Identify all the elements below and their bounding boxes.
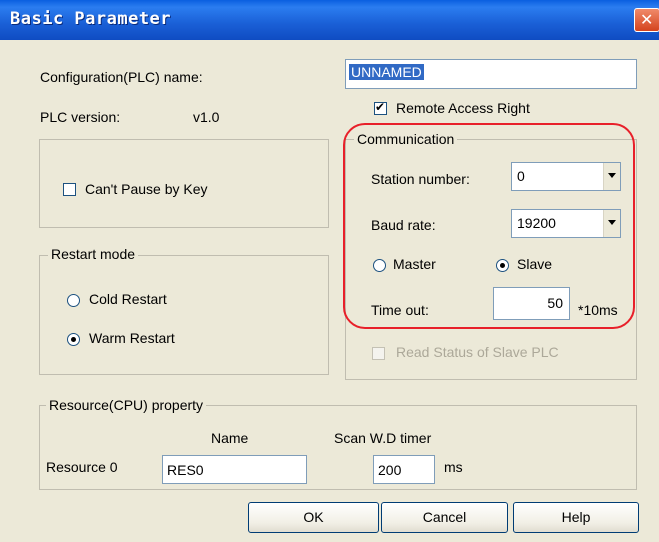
read-status-checkbox[interactable] — [372, 347, 385, 360]
cant-pause-checkbox[interactable] — [63, 183, 76, 196]
ok-button[interactable]: OK — [248, 502, 379, 533]
config-name-input[interactable]: UNNAMED — [345, 59, 637, 89]
config-name-value: UNNAMED — [349, 64, 424, 80]
cold-restart-label: Cold Restart — [89, 291, 167, 307]
timer-column-header: Scan W.D timer — [334, 430, 432, 446]
plc-version-value: v1.0 — [193, 109, 220, 125]
resource-name-value: RES0 — [167, 462, 204, 478]
name-column-header: Name — [211, 430, 249, 446]
remote-access-checkbox[interactable]: ✔ — [374, 100, 387, 115]
window-title: Basic Parameter — [10, 9, 172, 29]
remote-access-label: Remote Access Right — [396, 100, 530, 116]
read-status-label: Read Status of Slave PLC — [396, 344, 559, 360]
close-icon: ✕ — [640, 12, 654, 29]
resource-legend: Resource(CPU) property — [46, 397, 207, 413]
close-button[interactable]: ✕ — [634, 8, 659, 32]
scan-timer-input[interactable]: 200 — [373, 455, 435, 484]
plc-version-label: PLC version: — [40, 109, 121, 125]
resource-group — [39, 405, 637, 490]
restart-mode-legend: Restart mode — [48, 246, 139, 262]
cant-pause-label: Can't Pause by Key — [85, 181, 208, 197]
restart-mode-group — [39, 255, 329, 375]
check-icon: ✔ — [375, 100, 386, 114]
scan-timer-value: 200 — [378, 462, 402, 478]
cancel-button[interactable]: Cancel — [381, 502, 508, 533]
resource-name-input[interactable]: RES0 — [162, 455, 307, 484]
config-name-label: Configuration(PLC) name: — [40, 69, 203, 85]
scan-timer-unit: ms — [444, 459, 463, 475]
help-button[interactable]: Help — [513, 502, 639, 533]
cold-restart-radio[interactable] — [67, 294, 80, 307]
resource-row-label: Resource 0 — [46, 459, 118, 475]
title-bar[interactable]: Basic Parameter ✕ — [0, 0, 659, 40]
highlight-annotation — [343, 123, 635, 329]
warm-restart-radio[interactable] — [67, 333, 80, 346]
warm-restart-label: Warm Restart — [89, 330, 175, 346]
